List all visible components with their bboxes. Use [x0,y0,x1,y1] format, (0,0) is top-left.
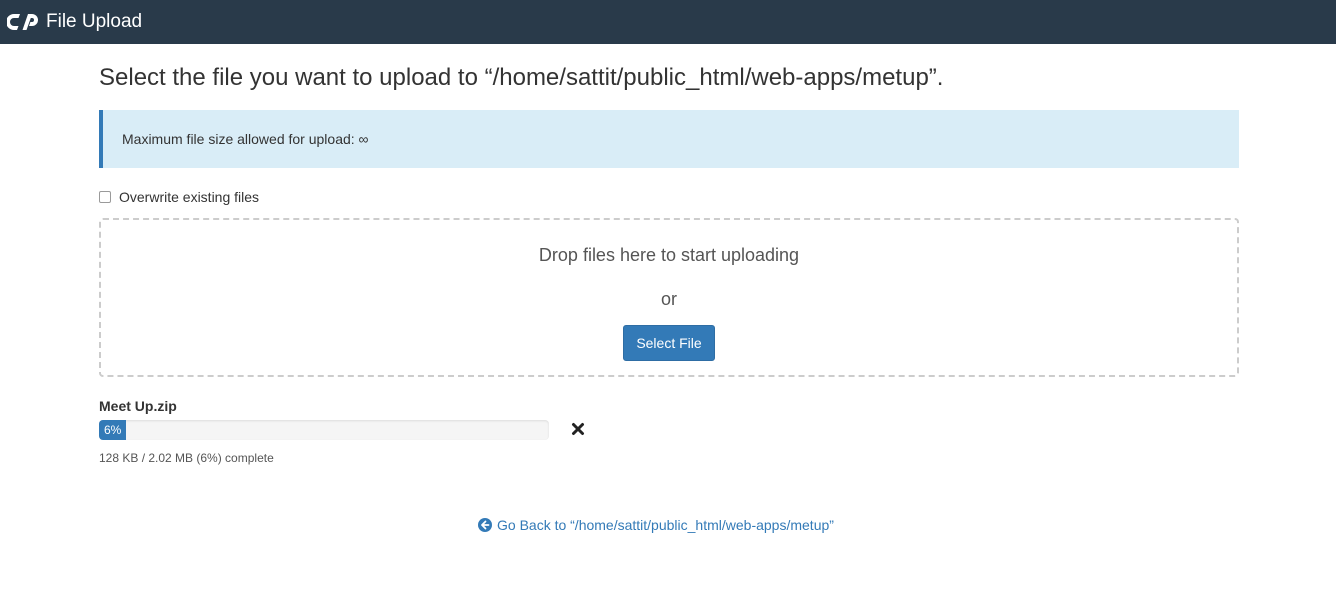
max-file-size-alert: Maximum file size allowed for upload: ∞ [99,110,1239,168]
upload-progress-fill: 6% [99,420,126,440]
page-heading: Select the file you want to upload to “/… [99,64,944,91]
close-icon[interactable] [570,421,586,437]
app-title: File Upload [46,11,143,32]
overwrite-checkbox[interactable] [99,191,111,203]
max-file-size-text: Maximum file size allowed for upload: ∞ [122,131,369,147]
go-back-label[interactable]: Go Back to “/home/sattit/public_html/web… [497,516,834,534]
upload-progress-bar: 6% [99,420,549,440]
cpanel-logo-icon[interactable] [7,11,39,33]
top-header-bar: File Upload [0,0,1336,44]
upload-status-text: 128 KB / 2.02 MB (6%) complete [99,451,274,465]
arrow-circle-left-icon [478,518,492,532]
file-dropzone[interactable]: Drop files here to start uploading or Se… [99,218,1239,377]
select-file-button[interactable]: Select File [623,325,715,361]
overwrite-option: Overwrite existing files [99,188,259,206]
overwrite-label[interactable]: Overwrite existing files [119,188,259,206]
dropzone-prompt: Drop files here to start uploading [538,245,800,265]
dropzone-or-text: or [660,289,677,309]
go-back-link[interactable]: Go Back to “/home/sattit/public_html/web… [478,516,834,534]
upload-file-name: Meet Up.zip [99,398,177,414]
